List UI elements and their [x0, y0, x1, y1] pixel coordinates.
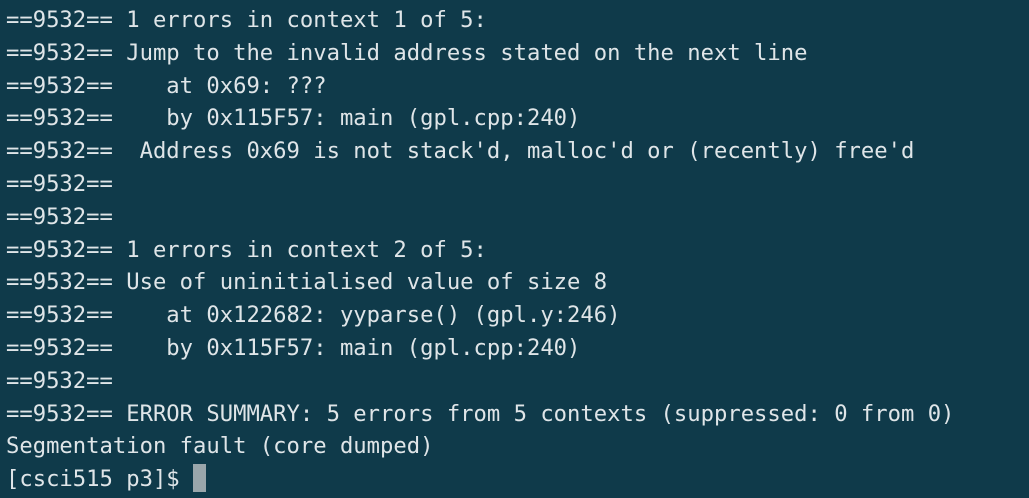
- terminal-window[interactable]: ==9532== 1 errors in context 1 of 5: ==9…: [0, 0, 1029, 498]
- output-line: ==9532== 1 errors in context 2 of 5:: [6, 236, 487, 263]
- shell-prompt: [csci515 p3]$: [6, 466, 194, 493]
- output-line: ==9532== Use of uninitialised value of s…: [6, 269, 608, 296]
- output-line: ==9532== at 0x122682: yyparse() (gpl.y:2…: [6, 302, 621, 329]
- prompt-line[interactable]: [csci515 p3]$: [6, 463, 1029, 496]
- output-line: ==9532==: [6, 367, 113, 394]
- output-line: ==9532== Address 0x69 is not stack'd, ma…: [6, 138, 915, 165]
- text-cursor: [193, 464, 207, 493]
- output-line: ==9532==: [6, 203, 113, 230]
- output-line: ==9532== ERROR SUMMARY: 5 errors from 5 …: [6, 400, 955, 427]
- output-line: Segmentation fault (core dumped): [6, 433, 434, 460]
- output-line: ==9532==: [6, 170, 113, 197]
- output-line: ==9532== 1 errors in context 1 of 5:: [6, 7, 487, 33]
- output-line: ==9532== Jump to the invalid address sta…: [6, 39, 808, 66]
- output-line: ==9532== by 0x115F57: main (gpl.cpp:240): [6, 105, 581, 132]
- output-line: ==9532== by 0x115F57: main (gpl.cpp:240): [6, 334, 581, 361]
- output-line: ==9532== at 0x69: ???: [6, 72, 327, 99]
